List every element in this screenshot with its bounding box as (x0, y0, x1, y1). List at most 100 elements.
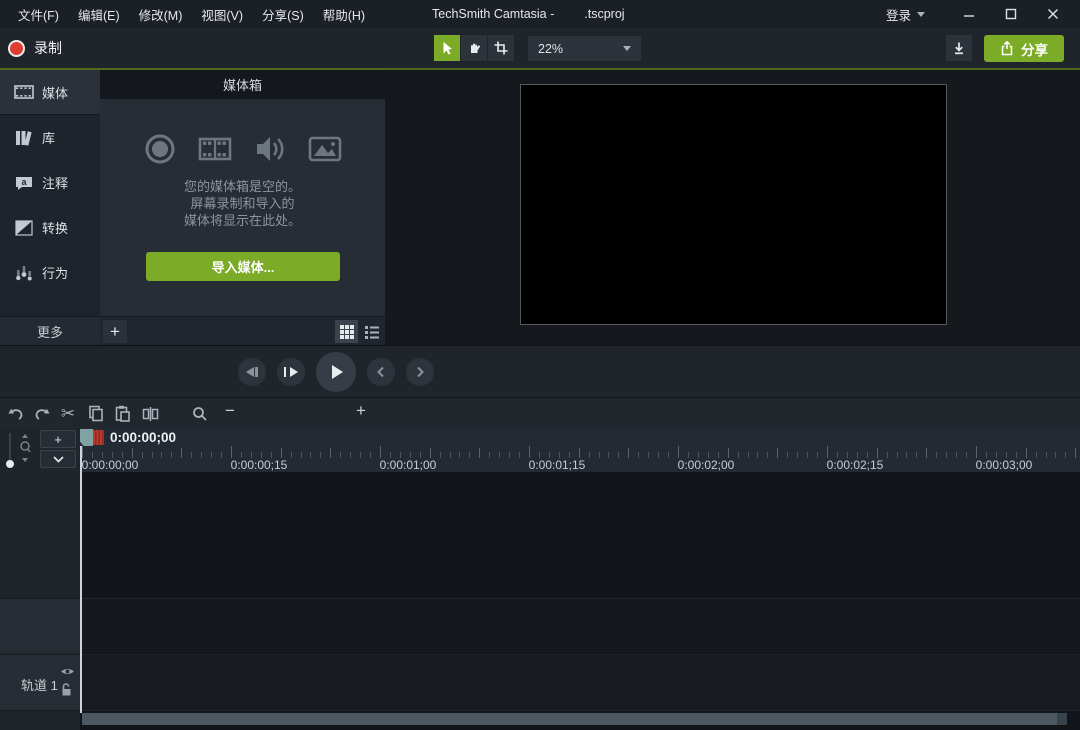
timeline-body[interactable] (80, 472, 1080, 730)
video-icon (197, 132, 233, 166)
horizontal-scrollbar-cap (1057, 713, 1067, 725)
split-icon (142, 406, 159, 422)
undo-icon (7, 406, 25, 422)
import-media-button[interactable]: 导入媒体... (146, 252, 340, 281)
maximize-button[interactable] (990, 0, 1032, 28)
hand-icon (466, 40, 482, 56)
zoom-out-button[interactable]: − (225, 401, 235, 421)
play-button[interactable] (316, 352, 356, 392)
redo-button[interactable] (30, 402, 54, 425)
add-media-button[interactable]: + (103, 320, 127, 343)
timeline: + 轨道 1 (0, 428, 1080, 730)
sidebar-item-media[interactable]: 媒体 (0, 70, 100, 115)
sidebar: 媒体 库 a 注释 (0, 70, 100, 345)
menu-file[interactable]: 文件(F) (18, 5, 59, 24)
canvas-zoom-select[interactable]: 22% (528, 36, 641, 61)
media-icon (13, 81, 35, 103)
playback-bar: 00:00 / 00:00 30 fps 属性 (0, 345, 1080, 397)
record-label: 录制 (34, 38, 62, 58)
step-forward-button[interactable] (277, 358, 305, 386)
share-label: 分享 (1021, 39, 1048, 59)
audio-icon (253, 132, 287, 166)
menu-bar: 文件(F) 编辑(E) 修改(M) 视图(V) 分享(S) 帮助(H) (18, 0, 365, 28)
grid-view-button[interactable] (335, 320, 358, 343)
copy-icon (88, 405, 104, 422)
grid-view-icon (340, 325, 354, 339)
sidebar-item-label: 行为 (42, 263, 68, 282)
cut-button[interactable]: ✂ (56, 402, 80, 425)
transition-icon (13, 217, 35, 239)
menu-view[interactable]: 视图(V) (201, 5, 243, 24)
playhead-time: 0:00:00;00 (110, 430, 176, 445)
share-button[interactable]: 分享 (984, 35, 1064, 62)
chevron-right-icon (415, 366, 425, 378)
menu-modify[interactable]: 修改(M) (139, 5, 183, 24)
track-options-button[interactable] (40, 450, 76, 468)
select-tool-button[interactable] (434, 35, 460, 61)
library-icon (13, 127, 35, 149)
share-icon (1000, 41, 1014, 56)
close-button[interactable] (1032, 0, 1074, 28)
download-button[interactable] (946, 35, 972, 61)
timeline-zoom-button[interactable] (188, 402, 212, 425)
paste-button[interactable] (110, 402, 134, 425)
playhead-line[interactable] (80, 446, 82, 713)
login-menu[interactable]: 登录 (886, 0, 925, 28)
track-lane-empty[interactable] (80, 598, 1080, 653)
track1-label: 轨道 1 (21, 675, 58, 694)
menu-help[interactable]: 帮助(H) (323, 5, 365, 24)
crop-tool-button[interactable] (488, 35, 514, 61)
behavior-icon (13, 262, 35, 284)
list-view-button[interactable] (360, 320, 383, 343)
horizontal-scrollbar[interactable] (82, 713, 1057, 725)
sidebar-item-library[interactable]: 库 (0, 115, 100, 160)
playhead-flag[interactable] (80, 429, 93, 446)
empty-text-line2: 屏幕录制和导入的 (100, 195, 385, 212)
track-header-column: + 轨道 1 (0, 428, 80, 730)
add-track-button[interactable]: + (40, 430, 76, 448)
close-icon (1047, 8, 1059, 20)
split-button[interactable] (138, 402, 162, 425)
play-icon (332, 365, 343, 379)
playhead-marker[interactable] (93, 430, 104, 445)
zoom-in-button[interactable]: + (356, 401, 366, 421)
ruler-labels: 0:00:00;00 0:00:00;15 0:00:01;00 0:00:01… (80, 458, 1080, 472)
pan-tool-button[interactable] (461, 35, 487, 61)
sidebar-more-button[interactable]: 更多 (0, 316, 100, 345)
list-view-icon (365, 325, 379, 339)
preview-canvas[interactable] (520, 84, 947, 325)
sidebar-item-annotations[interactable]: a 注释 (0, 160, 100, 205)
crop-icon (493, 40, 509, 56)
canvas-zoom-value: 22% (538, 42, 563, 56)
ruler-label: 0:00:02;15 (827, 458, 884, 472)
media-bin-empty-icons (100, 132, 385, 166)
sidebar-item-behaviors[interactable]: 行为 (0, 250, 100, 295)
ruler-label: 0:00:00;15 (231, 458, 288, 472)
track1-header[interactable]: 轨道 1 (0, 654, 80, 711)
eye-icon[interactable] (60, 666, 75, 677)
copy-button[interactable] (84, 402, 108, 425)
sidebar-item-label: 转换 (42, 218, 68, 237)
menu-edit[interactable]: 编辑(E) (78, 5, 120, 24)
window-controls (948, 0, 1074, 28)
menu-share[interactable]: 分享(S) (262, 5, 304, 24)
minimize-button[interactable] (948, 0, 990, 28)
record-button[interactable]: 录制 (8, 35, 62, 61)
step-back-icon (246, 367, 258, 377)
track1-lane[interactable] (80, 654, 1080, 711)
step-back-button[interactable] (238, 358, 266, 386)
media-bin-footer: + (100, 316, 385, 345)
annotation-icon: a (13, 172, 35, 194)
timeline-ruler[interactable]: 0:00:00;00 0:00:00;00 0:00:00;15 0:00:01… (80, 428, 1080, 472)
record-icon (8, 40, 25, 57)
sidebar-item-label: 库 (42, 128, 55, 147)
next-button[interactable] (406, 358, 434, 386)
window-title-project: .tscproj (584, 7, 624, 21)
previous-button[interactable] (367, 358, 395, 386)
undo-button[interactable] (4, 402, 28, 425)
timeline-toolbar: ✂ − (0, 397, 1080, 428)
track-height-slider-handle[interactable] (6, 460, 14, 468)
sidebar-item-transitions[interactable]: 转换 (0, 205, 100, 250)
lock-open-icon[interactable] (60, 682, 72, 697)
redo-icon (33, 406, 51, 422)
